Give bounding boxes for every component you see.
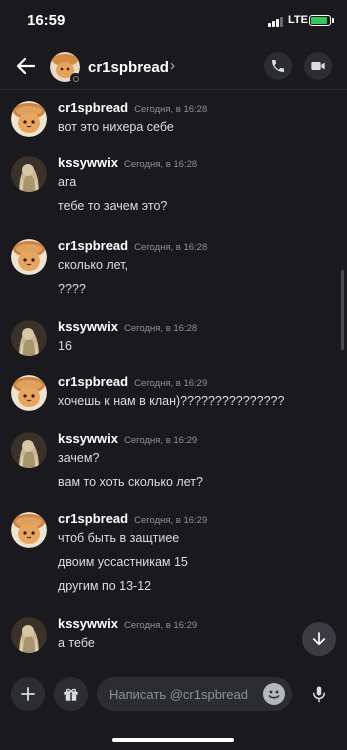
message-text: 16 <box>58 339 72 353</box>
header-username[interactable]: cr1spbread <box>88 59 169 76</box>
offline-status-icon <box>70 73 81 84</box>
message-timestamp: Сегодня, в 16:29 <box>124 620 198 631</box>
message-text: тебе то зачем это? <box>58 199 168 213</box>
battery-tip <box>332 18 334 23</box>
message-timestamp: Сегодня, в 16:28 <box>134 242 208 253</box>
message-text: чтоб быть в защтиее <box>58 531 180 545</box>
jump-to-bottom-button[interactable] <box>302 622 336 656</box>
message-header: kssywwix Сегодня, в 16:29 <box>58 430 197 448</box>
user-avatar[interactable] <box>11 101 47 137</box>
user-avatar[interactable] <box>11 375 47 411</box>
phone-icon <box>272 60 284 72</box>
message-list[interactable]: cr1spbread Сегодня, в 16:28 вот это нихера… <box>0 91 347 663</box>
user-avatar[interactable] <box>11 432 47 468</box>
message-input[interactable] <box>109 677 259 711</box>
message-header: cr1spbread Сегодня, в 16:29 <box>58 510 207 528</box>
chevron-right-icon[interactable]: › <box>170 57 175 74</box>
status-time: 16:59 <box>27 12 66 29</box>
message-timestamp: Сегодня, в 16:29 <box>134 515 208 526</box>
message-input-wrapper <box>97 677 292 711</box>
arrow-down-icon <box>312 632 326 646</box>
message-timestamp: Сегодня, в 16:29 <box>134 378 208 389</box>
message-composer <box>0 667 347 722</box>
signal-icon <box>268 17 284 27</box>
scrollbar[interactable] <box>341 270 344 350</box>
message-author[interactable]: cr1spbread <box>58 100 128 115</box>
message-header: kssywwix Сегодня, в 16:28 <box>58 154 197 172</box>
message-header: cr1spbread Сегодня, в 16:28 <box>58 99 207 117</box>
voice-call-button[interactable] <box>264 52 292 80</box>
message-author[interactable]: cr1spbread <box>58 238 128 253</box>
message-text: хочешь к нам в клан)??????????????? <box>58 394 285 408</box>
message-timestamp: Сегодня, в 16:29 <box>124 435 198 446</box>
home-indicator[interactable] <box>112 738 234 742</box>
message-text: вам то хоть сколько лет? <box>58 475 203 489</box>
emoji-icon[interactable] <box>263 683 285 705</box>
message-header: cr1spbread Сегодня, в 16:29 <box>58 373 207 391</box>
message-author[interactable]: cr1spbread <box>58 374 128 389</box>
message-author[interactable]: kssywwix <box>58 155 118 170</box>
video-call-button[interactable] <box>304 52 332 80</box>
message-text: а тебе <box>58 636 95 650</box>
message-header: cr1spbread Сегодня, в 16:28 <box>58 237 207 255</box>
user-avatar[interactable] <box>11 617 47 653</box>
message-author[interactable]: cr1spbread <box>58 511 128 526</box>
message-text: сколько лет, <box>58 258 129 272</box>
message-author[interactable]: kssywwix <box>58 319 118 334</box>
user-avatar[interactable] <box>11 156 47 192</box>
battery-icon <box>309 15 331 26</box>
message-author[interactable]: kssywwix <box>58 616 118 631</box>
status-bar: 16:59 LTE <box>0 0 347 44</box>
message-text: вот это нихера себе <box>58 120 174 134</box>
message-timestamp: Сегодня, в 16:28 <box>124 159 198 170</box>
gift-icon <box>64 688 78 701</box>
gift-button[interactable] <box>54 677 88 711</box>
message-timestamp: Сегодня, в 16:28 <box>134 104 208 115</box>
message-text: ага <box>58 175 77 189</box>
user-avatar[interactable] <box>11 512 47 548</box>
chat-header: cr1spbread › <box>0 44 347 90</box>
plus-icon <box>21 687 35 701</box>
voice-message-button[interactable] <box>302 677 336 711</box>
microphone-icon <box>313 686 325 703</box>
network-label: LTE <box>288 14 308 26</box>
attach-button[interactable] <box>11 677 45 711</box>
message-author[interactable]: kssywwix <box>58 431 118 446</box>
message-text: другим по 13-12 <box>58 579 152 593</box>
user-avatar[interactable] <box>11 320 47 356</box>
message-timestamp: Сегодня, в 16:28 <box>124 323 198 334</box>
message-header: kssywwix Сегодня, в 16:28 <box>58 318 197 336</box>
user-avatar[interactable] <box>11 239 47 275</box>
back-arrow-icon[interactable] <box>14 54 38 78</box>
message-header: kssywwix Сегодня, в 16:29 <box>58 615 197 633</box>
message-text: двоим уссастникам 15 <box>58 555 188 569</box>
message-text: ???? <box>58 282 86 296</box>
video-camera-icon <box>311 62 325 70</box>
message-text: зачем? <box>58 451 100 465</box>
